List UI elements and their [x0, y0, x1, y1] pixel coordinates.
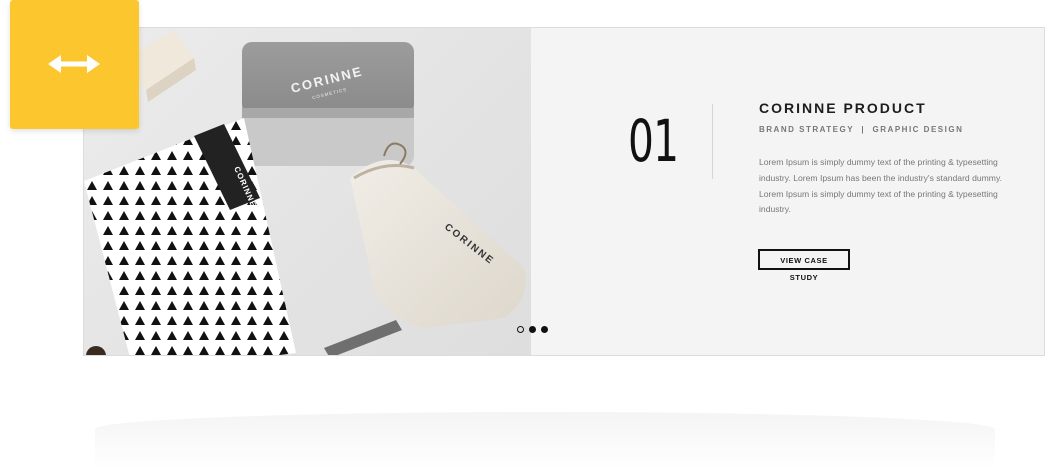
nail-file	[324, 320, 402, 355]
portfolio-slider: CORINNE COSMETICS CORINNE CORINNE 01 COR…	[83, 27, 1045, 356]
product-mockup-image: CORINNE COSMETICS CORINNE CORINNE	[84, 28, 531, 355]
slide-number: 01	[628, 107, 679, 175]
view-case-study-button[interactable]: VIEW CASE STUDY	[758, 249, 850, 282]
pager-dot-3[interactable]	[541, 325, 548, 333]
card-shadow	[95, 412, 995, 469]
pager-dot-2[interactable]	[529, 325, 536, 333]
slider-pagination	[517, 325, 548, 333]
content-divider	[712, 104, 713, 179]
product-categories: BRAND STRATEGY | GRAPHIC DESIGN	[759, 125, 964, 134]
product-title: CORINNE PRODUCT	[759, 100, 927, 116]
brush-bristles	[86, 346, 106, 355]
slide-content: 01 CORINNE PRODUCT BRAND STRATEGY | GRAP…	[531, 28, 1044, 355]
horizontal-resize-arrow-icon	[48, 55, 100, 73]
jute-bag: CORINNE	[350, 142, 526, 328]
product-description: Lorem Ipsum is simply dummy text of the …	[759, 157, 1003, 215]
resize-badge[interactable]	[10, 0, 139, 129]
pager-dot-1[interactable]	[517, 325, 524, 333]
